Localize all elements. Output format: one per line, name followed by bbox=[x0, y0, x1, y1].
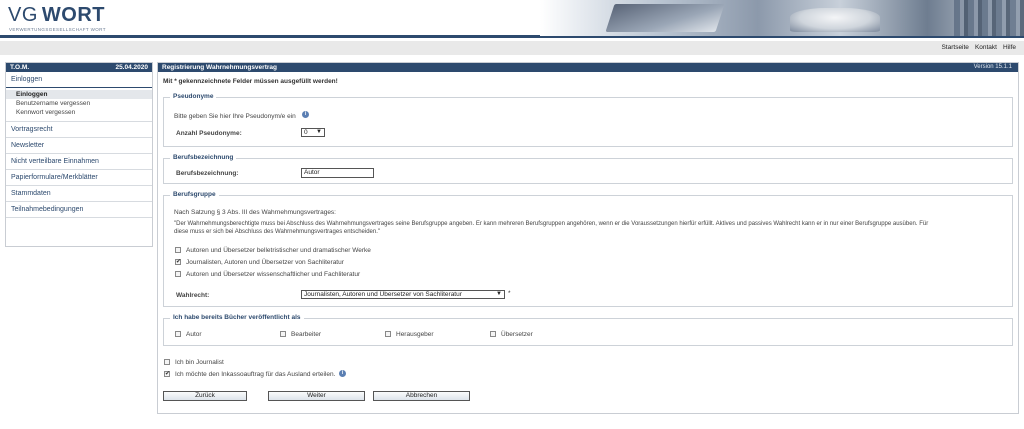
link-startseite[interactable]: Startseite bbox=[941, 44, 968, 51]
sidebar-header: T.O.M. 25.04.2020 bbox=[6, 63, 152, 72]
top-links-bar: Startseite Kontakt Hilfe bbox=[0, 41, 1024, 55]
sidebar-subitem-benutzername-vergessen[interactable]: Benutzername vergessen bbox=[6, 99, 152, 108]
fieldset-berufsbezeichnung: Berufsbezeichnung Berufsbezeichnung: Aut… bbox=[163, 154, 1013, 184]
pseudonym-count-label: Anzahl Pseudonyme: bbox=[176, 130, 242, 137]
berufsgruppe-label-fachliteratur: Autoren und Übersetzer wissenschaftliche… bbox=[186, 271, 361, 278]
buecher-label-uebersetzer: Übersetzer bbox=[501, 331, 533, 338]
logo-vg: VG bbox=[8, 4, 38, 26]
journalist-label: Ich bin Journalist bbox=[175, 359, 224, 366]
buecher-label-autor: Autor bbox=[186, 331, 202, 338]
berufsgruppe-checkbox-belletristik[interactable] bbox=[175, 247, 181, 253]
sidebar-item-einloggen[interactable]: Einloggen bbox=[6, 72, 152, 88]
wahlrecht-value: Journalisten, Autoren und Übersetzer von… bbox=[304, 291, 462, 298]
inkasso-label: Ich möchte den Inkassoauftrag für das Au… bbox=[175, 371, 336, 378]
legend-buecher: Ich habe bereits Bücher veröffentlicht a… bbox=[170, 314, 304, 321]
buecher-checkbox-uebersetzer[interactable] bbox=[490, 331, 496, 337]
main-panel: Registrierung Wahrnehmungsvertrag Versio… bbox=[157, 62, 1019, 414]
berufsgruppe-intro: Nach Satzung § 3 Abs. III des Wahrnehmun… bbox=[174, 209, 336, 216]
logo-wort: WORT bbox=[41, 4, 105, 26]
cancel-button[interactable]: Abbrechen bbox=[373, 391, 470, 401]
sidebar-date: 25.04.2020 bbox=[115, 64, 148, 71]
sidebar: T.O.M. 25.04.2020 Einloggen Einloggen Be… bbox=[5, 62, 153, 247]
main-title: Registrierung Wahrnehmungsvertrag bbox=[162, 64, 277, 71]
buecher-label-bearbeiter: Bearbeiter bbox=[291, 331, 321, 338]
required-asterisk: * bbox=[508, 290, 511, 297]
fieldset-berufsgruppe: Berufsgruppe Nach Satzung § 3 Abs. III d… bbox=[163, 191, 1013, 307]
wahlrecht-label: Wahlrecht: bbox=[176, 292, 210, 299]
link-hilfe[interactable]: Hilfe bbox=[1003, 44, 1016, 51]
site-header: VG WORT VERWERTUNGSGESELLSCHAFT WORT bbox=[0, 0, 1024, 38]
sidebar-item-vortragsrecht[interactable]: Vortragsrecht bbox=[6, 122, 152, 138]
sidebar-item-papierformulare[interactable]: Papierformulare/Merkblätter bbox=[6, 170, 152, 186]
sidebar-item-newsletter[interactable]: Newsletter bbox=[6, 138, 152, 154]
logo-subtitle: VERWERTUNGSGESELLSCHAFT WORT bbox=[9, 27, 106, 32]
sidebar-item-stammdaten[interactable]: Stammdaten bbox=[6, 186, 152, 202]
buecher-label-herausgeber: Herausgeber bbox=[396, 331, 434, 338]
berufsbezeichnung-label: Berufsbezeichnung: bbox=[176, 170, 239, 177]
bookshelf-image bbox=[954, 0, 1024, 36]
sidebar-title: T.O.M. bbox=[10, 64, 30, 71]
inkasso-checkbox[interactable] bbox=[164, 370, 170, 377]
version-label: Version 15.1.1 bbox=[973, 64, 1012, 70]
berufsbezeichnung-input[interactable]: Autor bbox=[301, 168, 374, 178]
buecher-checkbox-autor[interactable] bbox=[175, 331, 181, 337]
vg-wort-logo[interactable]: VG WORT bbox=[8, 4, 105, 27]
sidebar-subitem-einloggen[interactable]: Einloggen bbox=[6, 90, 152, 99]
pseudonym-hint: Bitte geben Sie hier Ihre Pseudonym/e ei… bbox=[174, 113, 296, 120]
next-button[interactable]: Weiter bbox=[268, 391, 365, 401]
open-book-image bbox=[790, 8, 880, 32]
chevron-down-icon: ▼ bbox=[496, 291, 502, 297]
berufsgruppe-label-belletristik: Autoren und Übersetzer belletristischer … bbox=[186, 247, 371, 254]
journalist-checkbox[interactable] bbox=[164, 359, 170, 365]
link-kontakt[interactable]: Kontakt bbox=[975, 44, 997, 51]
berufsgruppe-label-sachliteratur: Journalisten, Autoren und Übersetzer von… bbox=[186, 259, 344, 266]
fieldset-buecher: Ich habe bereits Bücher veröffentlicht a… bbox=[163, 314, 1013, 346]
fieldset-pseudonyme: Pseudonyme Bitte geben Sie hier Ihre Pse… bbox=[163, 93, 1013, 147]
berufsgruppe-quote-line1: "Der Wahrnehmungsberechtigte muss bei Ab… bbox=[174, 221, 929, 227]
header-banner-image bbox=[540, 0, 1024, 36]
legend-berufsbezeichnung: Berufsbezeichnung bbox=[170, 154, 237, 161]
pseudonym-count-select[interactable]: 0 ▼ bbox=[301, 128, 325, 137]
berufsgruppe-checkbox-sachliteratur[interactable] bbox=[175, 258, 181, 265]
main-header: Registrierung Wahrnehmungsvertrag Versio… bbox=[158, 63, 1018, 72]
chevron-down-icon: ▼ bbox=[316, 129, 322, 135]
pseudonym-count-value: 0 bbox=[304, 129, 308, 136]
back-button[interactable]: Zurück bbox=[163, 391, 247, 401]
buecher-checkbox-bearbeiter[interactable] bbox=[280, 331, 286, 337]
info-icon[interactable]: i bbox=[302, 111, 309, 118]
wahlrecht-select[interactable]: Journalisten, Autoren und Übersetzer von… bbox=[301, 290, 505, 299]
berufsgruppe-quote-line2: diese muss er sich bei Abschluss des Wah… bbox=[174, 229, 381, 235]
sidebar-item-teilnahmebedingungen[interactable]: Teilnahmebedingungen bbox=[6, 202, 152, 218]
legend-berufsgruppe: Berufsgruppe bbox=[170, 191, 219, 198]
sidebar-item-nicht-verteilbare-einnahmen[interactable]: Nicht verteilbare Einnahmen bbox=[6, 154, 152, 170]
buecher-checkbox-herausgeber[interactable] bbox=[385, 331, 391, 337]
sidebar-subgroup-einloggen: Einloggen Benutzername vergessen Kennwor… bbox=[6, 88, 152, 122]
info-icon[interactable]: i bbox=[339, 370, 346, 377]
berufsgruppe-checkbox-fachliteratur[interactable] bbox=[175, 271, 181, 277]
sidebar-subitem-kennwort-vergessen[interactable]: Kennwort vergessen bbox=[6, 108, 152, 117]
required-fields-note: Mit * gekennzeichnete Felder müssen ausg… bbox=[163, 78, 338, 85]
laptop-image bbox=[605, 4, 725, 32]
legend-pseudonyme: Pseudonyme bbox=[170, 93, 217, 100]
